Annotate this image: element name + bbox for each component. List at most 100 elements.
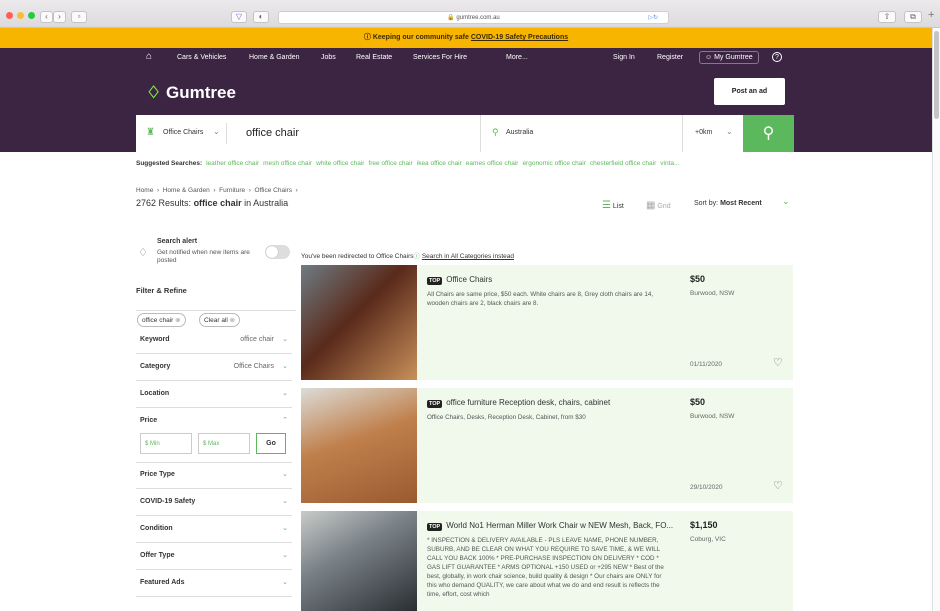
listing-card[interactable]: TOP Office Chairs All Chairs are same pri… bbox=[301, 265, 793, 380]
listing-title[interactable]: office furniture Reception desk, chairs,… bbox=[446, 398, 610, 407]
post-ad-button[interactable]: Post an ad bbox=[714, 78, 785, 105]
home-icon[interactable]: ⌂ bbox=[146, 51, 152, 62]
heart-icon[interactable]: ♡ bbox=[773, 356, 783, 369]
filter-condition[interactable]: Condition ⌄ bbox=[136, 516, 292, 543]
price-min-input[interactable]: $ Min bbox=[140, 433, 192, 454]
browser-toolbar: ‹ › ▫ ▽ ◐ 🔒 gumtree.com.au ▷↻ ⇧ ⧉ + bbox=[0, 0, 940, 28]
breadcrumb: Home › Home & Garden › Furniture › Offic… bbox=[136, 187, 298, 194]
chevron-down-icon: ⌄ bbox=[282, 525, 288, 532]
filter-price-type[interactable]: Price Type ⌄ bbox=[136, 462, 292, 489]
heart-icon[interactable]: ♡ bbox=[773, 479, 783, 492]
suggest-link[interactable]: vinta... bbox=[660, 160, 679, 167]
location-input[interactable]: Australia bbox=[506, 129, 533, 136]
suggest-link[interactable]: ergonomic office chair bbox=[522, 160, 585, 167]
audio-icon[interactable]: ▷↻ bbox=[648, 12, 658, 24]
new-tab-icon[interactable]: + bbox=[928, 9, 934, 21]
suggest-link[interactable]: ikea office chair bbox=[417, 160, 462, 167]
category-select[interactable]: Office Chairs bbox=[163, 129, 203, 136]
listing-card[interactable]: TOP World No1 Herman Miller Work Chair w … bbox=[301, 511, 793, 611]
page-scrollbar[interactable] bbox=[932, 28, 940, 611]
listing-image[interactable] bbox=[301, 388, 417, 503]
covid-link[interactable]: COVID-19 Safety Precautions bbox=[471, 34, 568, 41]
filter-keyword[interactable]: Keyword office chair ⌄ bbox=[136, 327, 292, 354]
suggest-link[interactable]: chesterfield office chair bbox=[590, 160, 656, 167]
close-icon[interactable]: ⊗ bbox=[230, 317, 235, 324]
suggest-link[interactable]: leather office chair bbox=[206, 160, 259, 167]
filter-category[interactable]: Category Office Chairs ⌄ bbox=[136, 354, 292, 381]
gumtree-logo[interactable]: ♢ Gumtree bbox=[146, 83, 236, 103]
listing-card[interactable]: TOP office furniture Reception desk, chai… bbox=[301, 388, 793, 503]
suggest-link[interactable]: white office chair bbox=[316, 160, 364, 167]
clear-all-chip[interactable]: Clear all ⊗ bbox=[199, 313, 241, 327]
suggest-link[interactable]: mesh office chair bbox=[263, 160, 312, 167]
suggest-link[interactable]: eames office chair bbox=[466, 160, 519, 167]
scrollbar-thumb[interactable] bbox=[934, 31, 939, 119]
listing-desc: Office Chairs, Desks, Reception Desk, Ca… bbox=[427, 414, 586, 421]
listing-title[interactable]: World No1 Herman Miller Work Chair w NEW… bbox=[446, 521, 673, 530]
register-link[interactable]: Register bbox=[657, 54, 683, 61]
listing-desc: All Chairs are same price, $50 each. Whi… bbox=[427, 291, 654, 307]
top-badge: TOP bbox=[427, 523, 443, 531]
listing-title[interactable]: Office Chairs bbox=[446, 275, 492, 284]
price-go-button[interactable]: Go bbox=[256, 433, 286, 454]
nav-home-garden[interactable]: Home & Garden bbox=[249, 54, 300, 61]
location-pin-icon: ⚲ bbox=[492, 127, 499, 137]
list-view-button[interactable]: ☰ List bbox=[602, 200, 624, 211]
share-icon[interactable]: ⇧ bbox=[878, 11, 896, 23]
listing-date: 29/10/2020 bbox=[690, 484, 723, 491]
filter-price[interactable]: Price ⌃ bbox=[136, 408, 292, 435]
nav-real-estate[interactable]: Real Estate bbox=[356, 54, 392, 61]
filter-location[interactable]: Location ⌄ bbox=[136, 381, 292, 408]
header bbox=[0, 69, 932, 115]
listing-image[interactable] bbox=[301, 265, 417, 380]
close-window-icon[interactable] bbox=[6, 12, 13, 19]
signin-link[interactable]: Sign In bbox=[613, 54, 635, 61]
back-icon[interactable]: ‹ bbox=[40, 11, 53, 23]
my-gumtree-button[interactable]: ☺ My Gumtree bbox=[699, 51, 759, 64]
forward-icon[interactable]: › bbox=[53, 11, 66, 23]
filter-title: Filter & Refine bbox=[136, 286, 187, 295]
info-icon: ⓘ bbox=[363, 34, 371, 41]
nav-jobs[interactable]: Jobs bbox=[321, 54, 336, 61]
divider bbox=[682, 115, 683, 152]
filter-featured[interactable]: Featured Ads ⌄ bbox=[136, 570, 292, 597]
radius-select[interactable]: +0km bbox=[695, 129, 712, 136]
search-button[interactable]: ⚲ bbox=[743, 115, 794, 152]
nav-cars[interactable]: Cars & Vehicles bbox=[177, 54, 226, 61]
sidebar-icon[interactable]: ▫ bbox=[71, 11, 87, 23]
shield-icon[interactable]: ▽ bbox=[231, 11, 247, 23]
chip-keyword[interactable]: office chair ⊗ bbox=[137, 313, 186, 327]
help-icon[interactable]: ? bbox=[772, 52, 782, 62]
privacy-icon[interactable]: ◐ bbox=[253, 11, 269, 23]
chevron-down-icon: ⌄ bbox=[282, 579, 288, 586]
chevron-down-icon: ⌄ bbox=[726, 127, 733, 136]
sort-select[interactable]: Sort by: Most Recent bbox=[694, 200, 762, 207]
nav-services[interactable]: Services For Hire bbox=[413, 54, 467, 61]
price-max-input[interactable]: $ Max bbox=[198, 433, 250, 454]
grid-view-button[interactable]: ▦ Grid bbox=[646, 200, 671, 211]
chevron-up-icon: ⌃ bbox=[282, 417, 288, 424]
tabs-icon[interactable]: ⧉ bbox=[904, 11, 922, 23]
suggest-link[interactable]: free office chair bbox=[368, 160, 412, 167]
filter-covid[interactable]: COVID-19 Safety ⌄ bbox=[136, 489, 292, 516]
chevron-down-icon: ⌄ bbox=[282, 498, 288, 505]
maximize-window-icon[interactable] bbox=[28, 12, 35, 19]
listing-desc: * INSPECTION & DELIVERY AVAILABLE - PLS … bbox=[427, 537, 664, 598]
user-icon: ☺ bbox=[705, 54, 715, 61]
listing-price: $50 bbox=[690, 397, 706, 407]
chevron-down-icon: ⌄ bbox=[282, 390, 288, 397]
listing-image[interactable] bbox=[301, 511, 417, 611]
list-icon: ☰ bbox=[602, 200, 611, 211]
filter-offer-type[interactable]: Offer Type ⌄ bbox=[136, 543, 292, 570]
nav-more[interactable]: More... bbox=[506, 54, 528, 61]
alert-toggle[interactable] bbox=[265, 245, 290, 259]
close-icon[interactable]: ⊗ bbox=[175, 317, 180, 324]
divider bbox=[226, 123, 227, 144]
chevron-down-icon[interactable]: ⌄ bbox=[782, 196, 790, 207]
listing-location: Burwood, NSW bbox=[690, 413, 735, 420]
chevron-down-icon: ⌄ bbox=[213, 127, 220, 136]
all-categories-link[interactable]: Search in All Categories instead bbox=[422, 253, 514, 260]
url-bar[interactable]: 🔒 gumtree.com.au ▷↻ bbox=[278, 11, 669, 24]
minimize-window-icon[interactable] bbox=[17, 12, 24, 19]
search-input[interactable]: office chair bbox=[246, 127, 299, 139]
